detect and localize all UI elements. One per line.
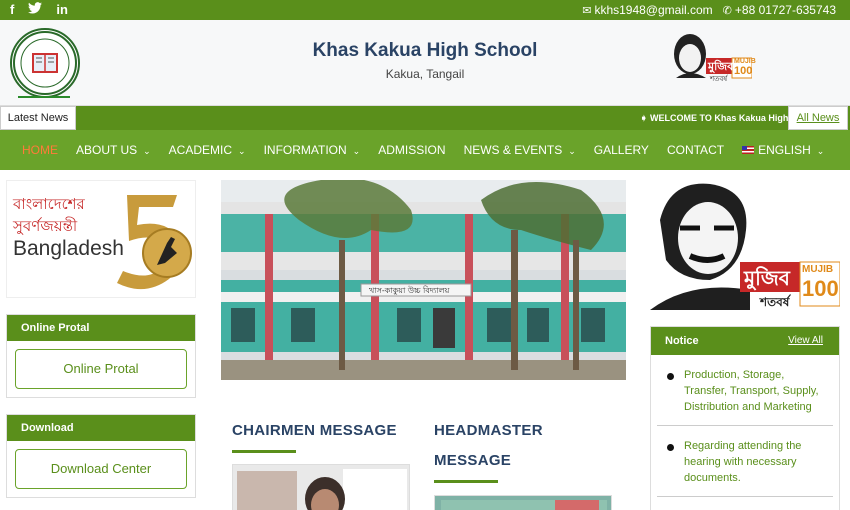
chevron-down-icon: ⌄	[816, 145, 825, 156]
arrow-right-icon: ➧	[640, 113, 651, 123]
chevron-down-icon: ⌄	[238, 145, 246, 156]
notice-item[interactable]: Regarding attending the hearing with nec…	[657, 426, 833, 497]
nav-information[interactable]: INFORMATION ⌄	[264, 130, 361, 171]
chairmen-photo	[233, 465, 409, 510]
envelope-icon: ✉	[582, 5, 592, 17]
notice-board: Notice View All Production, Storage, Tra…	[650, 326, 840, 510]
logo-underline	[18, 96, 70, 98]
nav-label: ACADEMIC	[168, 142, 233, 157]
phone-icon: ✆	[722, 5, 732, 17]
email-contact[interactable]: ✉ kkhs1948@gmail.com	[582, 2, 712, 19]
school-logo[interactable]	[10, 28, 80, 98]
nav-news-events[interactable]: NEWS & EVENTS ⌄	[464, 130, 576, 171]
ticker-text: WELCOME TO Khas Kakua High	[650, 113, 789, 123]
online-portal-widget: Online Protal Online Protal	[6, 314, 196, 398]
notice-header: Notice View All	[651, 327, 839, 355]
mujib-100-number: 100	[802, 276, 839, 301]
nav-contact[interactable]: CONTACT	[667, 130, 724, 170]
nav-home[interactable]: HOME	[22, 130, 58, 170]
chairmen-photo-card	[232, 464, 410, 510]
headmaster-message-title-line2: MESSAGE	[434, 452, 512, 469]
top-bar: f in ✉ kkhs1948@gmail.com ✆ +88 01727-6357…	[0, 0, 850, 20]
email-text: kkhs1948@gmail.com	[594, 3, 713, 17]
online-portal-button[interactable]: Online Protal	[15, 349, 187, 389]
notice-item[interactable]: Production, Storage, Transfer, Transport…	[657, 355, 833, 426]
chairmen-message-title: CHAIRMEN MESSAGE	[232, 422, 397, 439]
widget-title: Online Protal	[7, 315, 195, 341]
contact-info: ✉ kkhs1948@gmail.com ✆ +88 01727-635743	[582, 2, 836, 19]
us-flag-icon	[742, 146, 755, 155]
nav-gallery[interactable]: GALLERY	[594, 130, 649, 170]
nav-label: INFORMATION	[263, 142, 347, 157]
linkedin-icon[interactable]: in	[56, 2, 68, 18]
phone-text: +88 01727-635743	[734, 3, 836, 17]
download-center-button[interactable]: Download Center	[15, 449, 187, 489]
nav-label: ADMISSION	[378, 143, 446, 157]
nav-label: HOME	[22, 143, 58, 157]
bd50-en: Bangladesh	[13, 237, 124, 260]
download-widget: Download Download Center	[6, 414, 196, 498]
headmaster-photo-card	[434, 495, 612, 510]
news-ticker[interactable]: ➧ WELCOME TO Khas Kakua High	[640, 106, 790, 130]
all-news-link[interactable]: All News	[788, 106, 848, 130]
title-underline	[434, 480, 498, 483]
mujib-en-title: MUJIB	[802, 264, 834, 275]
mujib-100-text: 100	[734, 65, 753, 77]
nav-label: ENGLISH	[758, 142, 811, 157]
bd50-number: 50	[135, 209, 136, 210]
notice-title: Notice	[665, 335, 699, 347]
chevron-down-icon: ⌄	[143, 145, 151, 156]
nav-academic[interactable]: ACADEMIC ⌄	[169, 130, 246, 171]
school-building-photo: খাস-কাকুয়া উচ্চ বিদ্যালয়	[221, 180, 626, 380]
nav-about-us[interactable]: ABOUT US ⌄	[76, 130, 151, 171]
mujib-sub-text: শতবর্ষ	[710, 75, 728, 83]
nav-label: GALLERY	[593, 143, 649, 157]
headmaster-message-title-line1: HEADMASTER	[434, 422, 543, 439]
mujib-100-banner: মুজিব MUJIB 100 শতবর্ষ	[650, 180, 841, 310]
chevron-down-icon: ⌄	[568, 145, 576, 156]
nav-admission[interactable]: ADMISSION	[378, 130, 445, 170]
twitter-icon[interactable]	[28, 2, 43, 18]
widget-title: Download	[7, 415, 195, 441]
nav-label: NEWS & EVENTS	[463, 142, 563, 157]
main-nav: HOME ABOUT US ⌄ ACADEMIC ⌄ INFORMATION ⌄ AD…	[0, 130, 850, 170]
mujib-bn-title: মুজিব	[744, 266, 790, 290]
social-links: f in	[10, 2, 68, 18]
site-header: Khas Kakua High School Kakua, Tangail মু…	[0, 20, 850, 106]
mujib-100-badge: মুজিব MUJIB 100 শতবর্ষ	[668, 28, 756, 84]
news-ticker-bar: Latest News ➧ WELCOME TO Khas Kakua High…	[0, 106, 850, 130]
bangladesh-50-banner: বাংলাদেশের সুবর্ণজয়ন্তী Bangladesh 50	[6, 180, 196, 298]
title-underline	[232, 450, 296, 453]
signboard-text: খাস-কাকুয়া উচ্চ বিদ্যালয়	[369, 286, 450, 295]
mujib-sub-title: শতবর্ষ	[760, 295, 790, 309]
phone-contact[interactable]: ✆ +88 01727-635743	[723, 2, 836, 19]
school-building-image	[221, 180, 626, 380]
view-all-link[interactable]: View All	[788, 327, 823, 355]
nav-label: CONTACT	[666, 143, 725, 157]
chevron-down-icon: ⌄	[352, 145, 361, 156]
headmaster-photo	[435, 496, 611, 510]
nav-language[interactable]: ENGLISH ⌄	[742, 130, 824, 171]
latest-news-label: Latest News	[0, 106, 76, 130]
mujib-en-text: MUJIB	[734, 58, 756, 65]
nav-label: ABOUT US	[76, 142, 138, 157]
facebook-icon[interactable]: f	[10, 2, 14, 18]
